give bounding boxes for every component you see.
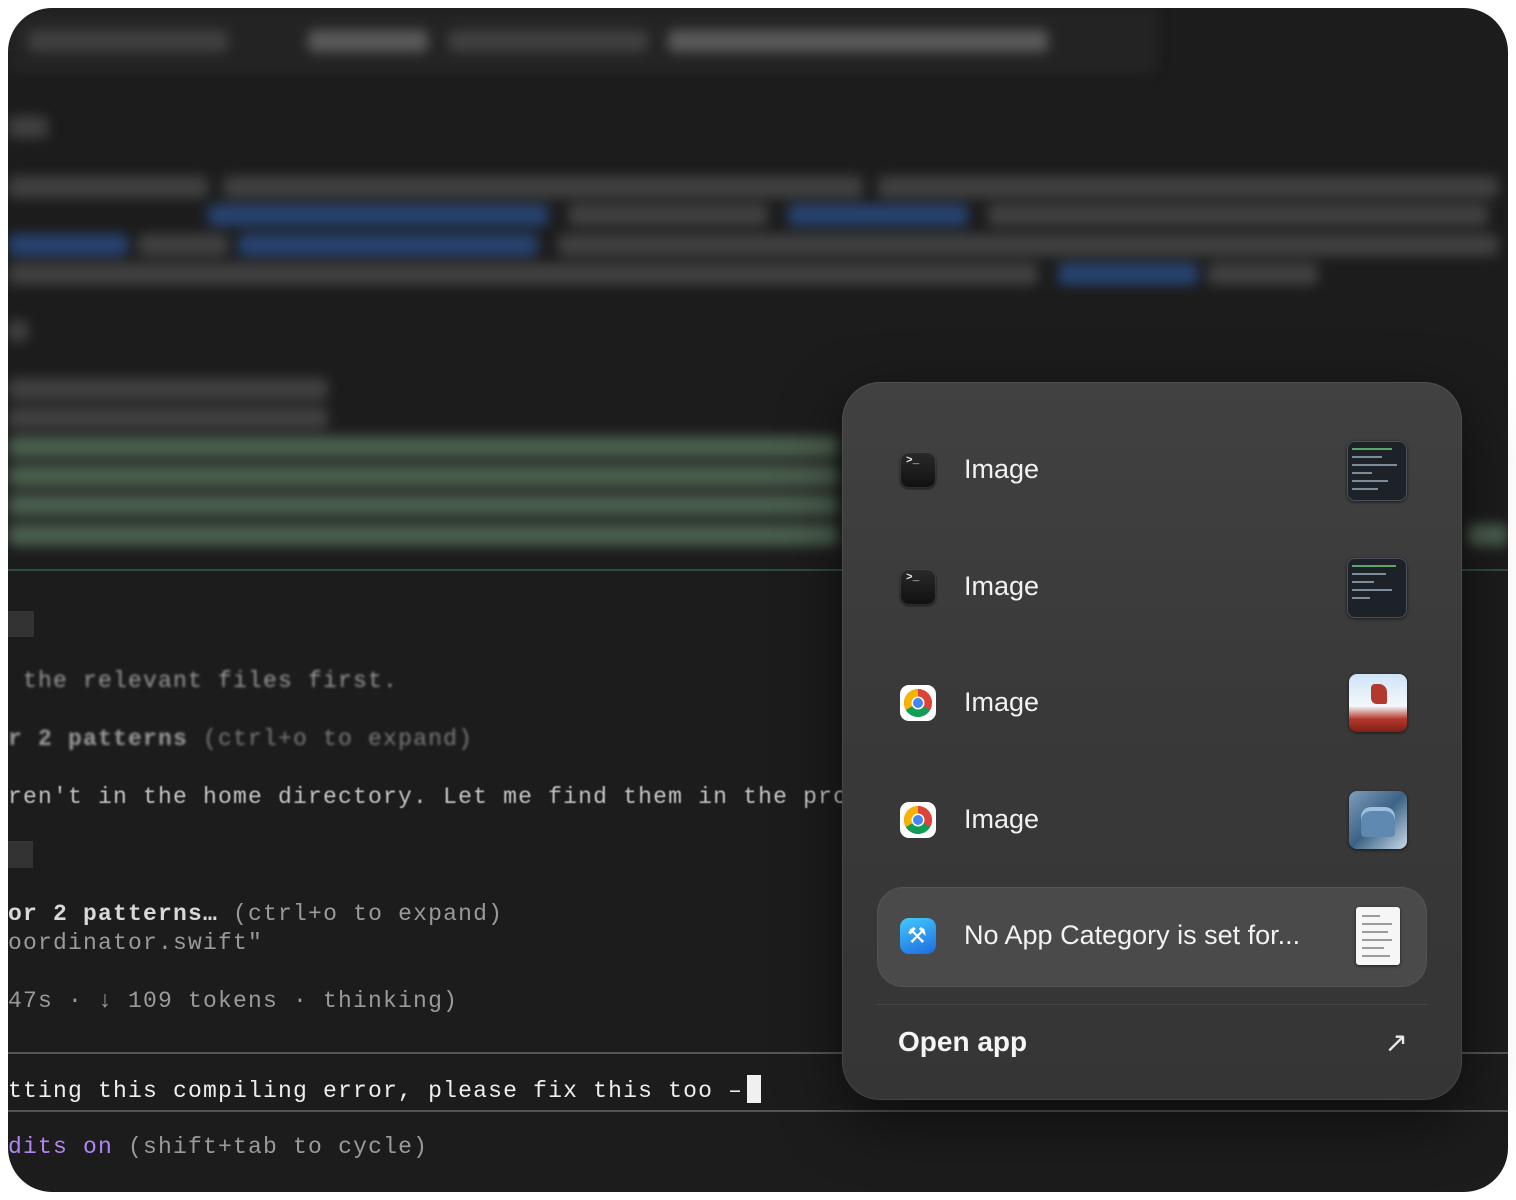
text-cursor xyxy=(747,1075,762,1103)
terminal-status-line: 47s · ↓ 109 tokens · thinking) xyxy=(8,988,459,1014)
item-label: Image xyxy=(964,804,1040,834)
open-app-button[interactable]: Open app xyxy=(898,1026,1027,1058)
switcher-item-1[interactable]: >_ Image xyxy=(877,421,1427,521)
item-label: Image xyxy=(964,571,1040,601)
terminal-line-1: the relevant files first. xyxy=(8,668,399,694)
switcher-item-5-selected[interactable]: ⚒ No App Category is set for... xyxy=(877,887,1427,987)
switcher-item-2[interactable]: >_ Image xyxy=(877,538,1427,638)
item-label: Image xyxy=(964,687,1040,717)
blurred-marker xyxy=(8,611,34,637)
terminal-icon: >_ xyxy=(900,452,936,488)
prompt-border-bottom xyxy=(8,1110,1508,1112)
chrome-icon xyxy=(900,685,936,721)
window-switcher-popup: >_ Image >_ Image Image Image ⚒ No App C… xyxy=(842,382,1462,1100)
terminal-line-4: or 2 patterns… (ctrl+o to expand) xyxy=(8,901,504,927)
blue-chair-thumbnail xyxy=(1349,791,1407,849)
terminal-line-2: r 2 patterns (ctrl+o to expand) xyxy=(8,726,474,752)
terminal-line-3: ren't in the home directory. Let me find… xyxy=(8,784,879,810)
mode-status: dits on (shift+tab to cycle) xyxy=(8,1134,429,1160)
switcher-item-4[interactable]: Image xyxy=(877,771,1427,871)
terminal-line-5: oordinator.swift" xyxy=(8,930,264,956)
document-thumbnail xyxy=(1356,907,1400,965)
prompt-input[interactable]: tting this compiling error, please fix t… xyxy=(8,1075,762,1104)
item-label: No App Category is set for... xyxy=(964,920,1301,950)
xcode-icon: ⚒ xyxy=(900,918,936,954)
terminal-screenshot-thumbnail xyxy=(1347,558,1407,618)
popup-divider xyxy=(877,1004,1427,1005)
terminal-icon: >_ xyxy=(900,569,936,605)
chrome-icon xyxy=(900,802,936,838)
terminal-tab-bar xyxy=(8,8,1158,74)
item-label: Image xyxy=(964,454,1040,484)
switcher-item-3[interactable]: Image xyxy=(877,654,1427,754)
terminal-screenshot-thumbnail xyxy=(1347,441,1407,501)
arrow-up-right-icon[interactable]: ↗ xyxy=(1385,1026,1408,1059)
red-sculpture-thumbnail xyxy=(1349,674,1407,732)
tool-call-marker xyxy=(8,841,33,868)
